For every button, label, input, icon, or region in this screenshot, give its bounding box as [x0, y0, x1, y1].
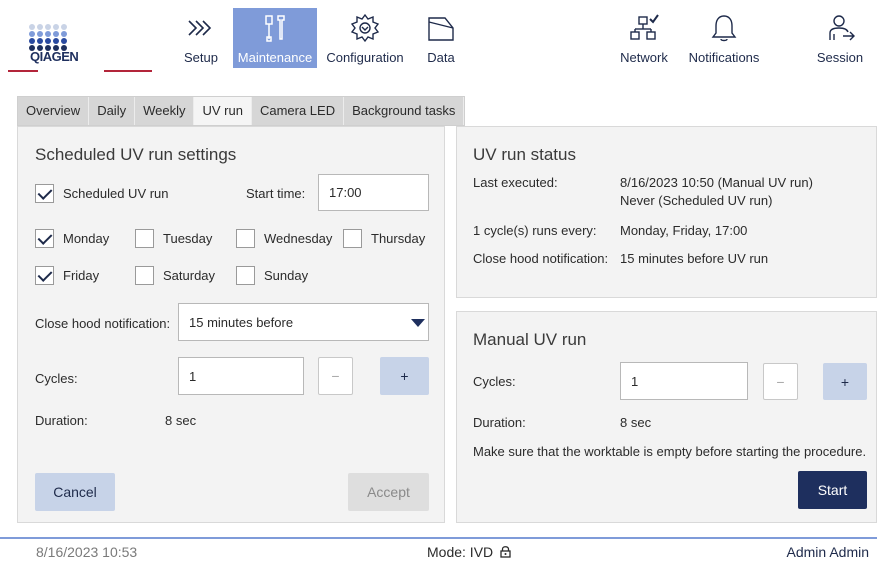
- manual-cycles-input[interactable]: 1: [620, 362, 748, 400]
- configuration-gear-icon: [350, 13, 380, 43]
- scheduled-cycles-label: Cycles:: [35, 371, 78, 386]
- close-hood-label: Close hood notification:: [35, 316, 171, 331]
- bell-icon: [711, 15, 737, 42]
- day-friday-checkbox[interactable]: [35, 266, 54, 285]
- nav-configuration[interactable]: Configuration: [322, 8, 408, 68]
- logo-underline-left: [8, 70, 38, 72]
- nav-session[interactable]: Session: [810, 8, 870, 68]
- tab-background-tasks[interactable]: Background tasks: [344, 97, 465, 125]
- status-panel-title: UV run status: [473, 145, 576, 164]
- scheduled-cycles-input[interactable]: 1: [178, 357, 304, 395]
- nav-network[interactable]: Network: [614, 8, 674, 68]
- nav-configuration-label: Configuration: [326, 50, 404, 65]
- day-saturday-label: Saturday: [163, 268, 216, 283]
- nav-network-label: Network: [620, 50, 668, 65]
- tab-camera-led[interactable]: Camera LED: [252, 97, 345, 125]
- manual-cycles-decrement-button[interactable]: −: [763, 363, 798, 400]
- status-datetime: 8/16/2023 10:53: [36, 544, 138, 560]
- nav-setup[interactable]: Setup: [172, 8, 230, 68]
- scheduled-cycles-increment-button[interactable]: +: [380, 357, 429, 395]
- maintenance-tools-icon: [265, 15, 285, 42]
- day-saturday-checkbox[interactable]: [135, 266, 154, 285]
- start-button[interactable]: Start: [798, 471, 867, 509]
- day-friday-label: Friday: [63, 268, 100, 283]
- day-sunday-label: Sunday: [264, 268, 309, 283]
- status-mode: Mode: IVD: [427, 544, 511, 560]
- app-header: QIAGEN Setup Maintenance Configuration D…: [0, 0, 877, 78]
- nav-setup-label: Setup: [184, 50, 218, 65]
- tab-overview[interactable]: Overview: [18, 97, 90, 125]
- manual-panel-title: Manual UV run: [473, 330, 587, 349]
- scheduled-duration-label: Duration:: [35, 413, 88, 428]
- nav-session-label: Session: [816, 50, 864, 65]
- day-tuesday-label: Tuesday: [163, 231, 213, 246]
- day-sunday-checkbox[interactable]: [236, 266, 255, 285]
- nav-maintenance[interactable]: Maintenance: [233, 8, 317, 68]
- last-executed-label: Last executed:: [473, 175, 558, 190]
- close-hood-selected-value: 15 minutes before: [189, 314, 294, 330]
- accept-button[interactable]: Accept: [348, 473, 429, 511]
- session-user-icon: [829, 15, 855, 41]
- nav-notifications-label: Notifications: [688, 50, 760, 65]
- data-folder-icon: [428, 17, 454, 41]
- manual-cycles-label: Cycles:: [473, 374, 516, 389]
- cancel-button[interactable]: Cancel: [35, 473, 115, 511]
- cycles-runs-every-label: 1 cycle(s) runs every:: [473, 223, 597, 238]
- day-monday-checkbox[interactable]: [35, 229, 54, 248]
- network-icon: [630, 14, 659, 40]
- tab-uv-run[interactable]: UV run: [194, 97, 252, 125]
- chevron-down-icon: [411, 319, 425, 327]
- uv-run-status-panel: UV run status Last executed: 8/16/2023 1…: [456, 126, 877, 298]
- day-tuesday-checkbox[interactable]: [135, 229, 154, 248]
- manual-duration-label: Duration:: [473, 415, 526, 430]
- status-close-hood-value: 15 minutes before UV run: [620, 251, 769, 266]
- scheduled-duration-value: 8 sec: [165, 413, 197, 428]
- status-close-hood-label: Close hood notification:: [473, 251, 609, 266]
- day-monday-label: Monday: [63, 231, 110, 246]
- worktable-warning-note: Make sure that the worktable is empty be…: [473, 444, 867, 459]
- manual-duration-value: 8 sec: [620, 415, 652, 430]
- manual-cycles-increment-button[interactable]: +: [823, 363, 867, 400]
- day-wednesday-checkbox[interactable]: [236, 229, 255, 248]
- nav-data-label: Data: [427, 50, 455, 65]
- start-time-label: Start time:: [246, 186, 306, 201]
- tab-weekly[interactable]: Weekly: [135, 97, 195, 125]
- logo-underline-right: [104, 70, 152, 72]
- last-executed-scheduled-value: Never (Scheduled UV run): [620, 193, 773, 208]
- start-time-input[interactable]: 17:00: [318, 174, 429, 211]
- setup-chevrons-icon: [188, 20, 212, 36]
- close-hood-select[interactable]: 15 minutes before: [178, 303, 429, 341]
- nav-maintenance-label: Maintenance: [237, 50, 313, 65]
- scheduled-cycles-decrement-button[interactable]: −: [318, 357, 353, 395]
- day-wednesday-label: Wednesday: [264, 231, 333, 246]
- tab-daily[interactable]: Daily: [89, 97, 136, 125]
- status-bar: 8/16/2023 10:53 Mode: IVD Admin Admin: [0, 537, 877, 563]
- manual-uv-run-panel: Manual UV run Cycles: 1 − + Duration: 8 …: [456, 311, 877, 523]
- scheduled-uv-run-panel: Scheduled UV run settings Scheduled UV r…: [17, 126, 445, 523]
- logo-text: QIAGEN: [30, 49, 79, 64]
- last-executed-manual-value: 8/16/2023 10:50 (Manual UV run): [620, 175, 813, 190]
- scheduled-uv-run-label: Scheduled UV run: [63, 186, 169, 201]
- day-thursday-label: Thursday: [371, 231, 426, 246]
- scheduled-panel-title: Scheduled UV run settings: [35, 145, 237, 164]
- nav-notifications[interactable]: Notifications: [681, 8, 767, 68]
- status-mode-text: Mode: IVD: [427, 544, 494, 560]
- cycles-runs-every-value: Monday, Friday, 17:00: [620, 223, 748, 238]
- day-thursday-checkbox[interactable]: [343, 229, 362, 248]
- lock-icon: [500, 546, 511, 558]
- nav-data[interactable]: Data: [418, 8, 464, 68]
- maintenance-tabs: Overview Daily Weekly UV run Camera LED …: [17, 96, 466, 126]
- status-user[interactable]: Admin Admin: [787, 544, 869, 560]
- scheduled-uv-run-checkbox[interactable]: [35, 184, 54, 203]
